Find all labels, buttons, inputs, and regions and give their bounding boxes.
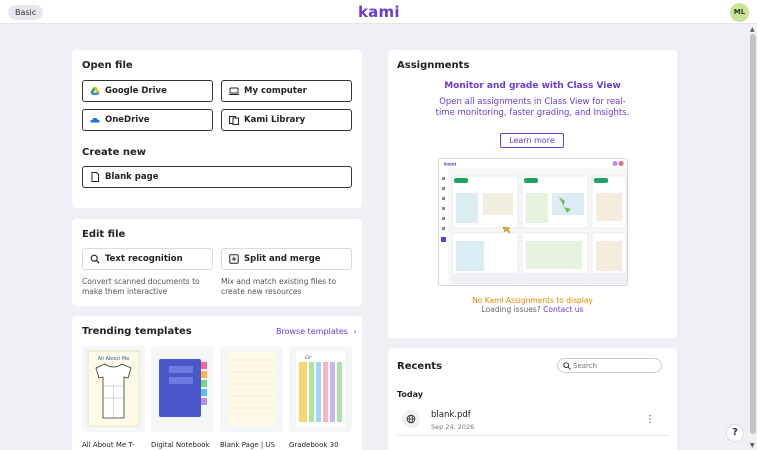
template-thumbnail[interactable] [151,346,214,432]
edit-file-title: Edit file [82,229,126,240]
template-name: All About Me T- [82,441,135,449]
assignments-title: Assignments [397,60,470,71]
create-new-title: Create new [82,147,146,158]
kami-logo[interactable]: kami [358,3,400,21]
split-merge-description: Mix and match existing files to create n… [221,277,337,296]
help-button[interactable]: ? [726,424,744,442]
class-view-headline: Monitor and grade with Class View [444,81,621,91]
loading-issues-line: Loading issues? Contact us [388,305,677,314]
blank-page-preview [228,352,275,426]
class-view-preview-graphic: kami [439,159,627,285]
no-assignments-message: No Kami Assignments to display [472,296,593,305]
recents-title: Recents [397,361,443,372]
kami-library-button[interactable]: Kami Library [221,109,352,131]
text-recognition-icon [90,254,100,264]
template-thumbnail[interactable] [220,346,283,432]
trending-templates-title: Trending templates [82,326,192,337]
my-computer-label: My computer [244,86,307,96]
text-recognition-label: Text recognition [105,254,183,264]
gradebook-preview: Gr [296,351,345,427]
loading-issues-text: Loading issues? [481,305,541,314]
onedrive-button[interactable]: OneDrive [82,109,213,131]
preview-logo: kami [444,162,457,168]
my-computer-button[interactable]: My computer [221,80,352,102]
edit-file-card: Edit file Text recognition Split and mer… [72,219,362,306]
t-shirt-worksheet-preview: All About Me [87,350,140,427]
kami-library-label: Kami Library [244,115,306,125]
google-drive-label: Google Drive [105,86,167,96]
google-drive-button[interactable]: Google Drive [82,80,213,102]
blank-page-button[interactable]: Blank page [82,166,352,188]
template-name: Digital Notebook [151,441,210,449]
basic-mode-button[interactable]: Basic [8,5,44,20]
svg-text:All About Me: All About Me [98,356,130,362]
scrollbar[interactable]: ▲ ▼ [749,24,757,450]
class-view-preview-image: kami [438,158,628,286]
globe-icon [402,410,420,428]
recents-search-box[interactable] [557,358,662,373]
scroll-thumb[interactable] [750,34,756,434]
split-merge-label: Split and merge [244,254,321,264]
split-merge-icon [229,254,239,264]
scroll-up-arrow-icon[interactable]: ▲ [750,26,755,33]
open-file-card: Open file Google Drive My computer OneDr… [72,50,362,208]
scroll-down-arrow-icon[interactable]: ▼ [750,442,755,449]
library-icon [229,116,239,125]
class-view-subtext: Open all assignments in Class View for r… [435,97,630,118]
document-icon [91,172,99,182]
text-recognition-button[interactable]: Text recognition [82,248,213,270]
globe-icon-graphic [406,414,416,424]
search-icon [563,362,571,370]
contact-us-link[interactable]: Contact us [543,305,583,314]
svg-text:Gr: Gr [305,355,312,361]
text-recognition-description: Convert scanned documents to make them i… [82,277,200,296]
file-date: Sep 24, 2026 [431,423,475,431]
onedrive-label: OneDrive [105,115,150,125]
top-bar: Basic kami ML [0,0,757,24]
template-name: Gradebook 30 [289,441,339,449]
chevron-right-icon: › [353,327,357,336]
file-name: blank.pdf [431,410,471,420]
browse-templates-label: Browse templates [276,327,348,336]
onedrive-icon [90,117,100,123]
avatar[interactable]: ML [730,3,749,22]
template-thumbnail[interactable]: All About Me [82,346,145,432]
blank-page-label: Blank page [105,172,159,182]
recent-file-row[interactable]: blank.pdf Sep 24, 2026 ⋮ [397,405,668,436]
google-drive-icon [90,87,100,95]
open-file-title: Open file [82,60,133,71]
computer-icon [229,87,239,95]
today-group-label: Today [397,390,423,399]
split-merge-button[interactable]: Split and merge [221,248,352,270]
browse-templates-link[interactable]: Browse templates › [276,327,357,336]
more-options-icon[interactable]: ⋮ [645,414,655,425]
digital-notebook-preview [159,359,207,417]
search-input[interactable] [573,360,657,371]
learn-more-button[interactable]: Learn more [500,133,564,148]
template-name: Blank Page | US [220,441,276,449]
template-thumbnail[interactable]: Gr [289,346,352,432]
